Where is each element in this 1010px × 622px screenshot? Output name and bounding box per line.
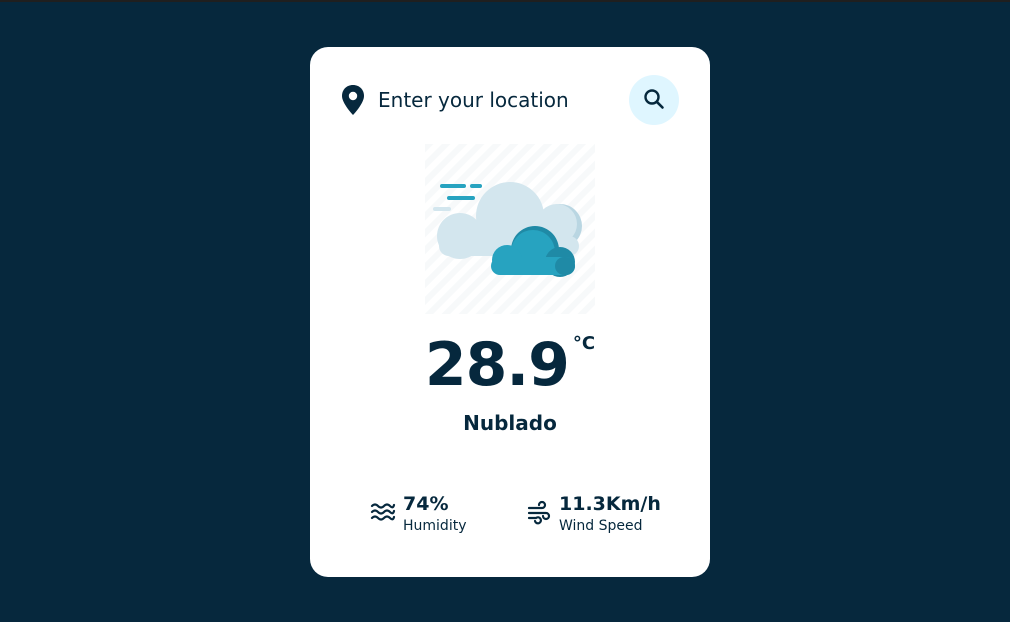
- humidity-value: 74%: [403, 493, 449, 515]
- location-pin-icon: [340, 84, 366, 116]
- weather-card: 28.9°C Nublado 74% Humidity: [310, 47, 710, 577]
- temperature-value: 28.9: [424, 330, 570, 400]
- wind-value: 11.3Km/h: [559, 493, 661, 515]
- search-icon: [643, 88, 665, 113]
- temperature-unit: °C: [572, 333, 596, 354]
- humidity-text: 74% Humidity: [403, 491, 466, 535]
- wind-text: 11.3Km/h Wind Speed: [559, 491, 661, 535]
- search-box: [340, 75, 680, 125]
- weather-details: 74% Humidity 11.3Km/h Wind Speed: [310, 491, 710, 541]
- weather-description: Nublado: [463, 411, 557, 435]
- search-button[interactable]: [629, 75, 679, 125]
- temperature-display: 28.9 °C: [310, 325, 710, 405]
- waves-icon: [370, 499, 396, 525]
- cloud-icon: [425, 144, 595, 314]
- wind-label: Wind Speed: [559, 518, 643, 534]
- location-input[interactable]: [378, 86, 618, 114]
- top-border: [0, 0, 1010, 2]
- humidity-label: Humidity: [403, 518, 467, 534]
- page: 28.9°C Nublado 74% Humidity: [0, 0, 1010, 622]
- wind-icon: [526, 499, 552, 525]
